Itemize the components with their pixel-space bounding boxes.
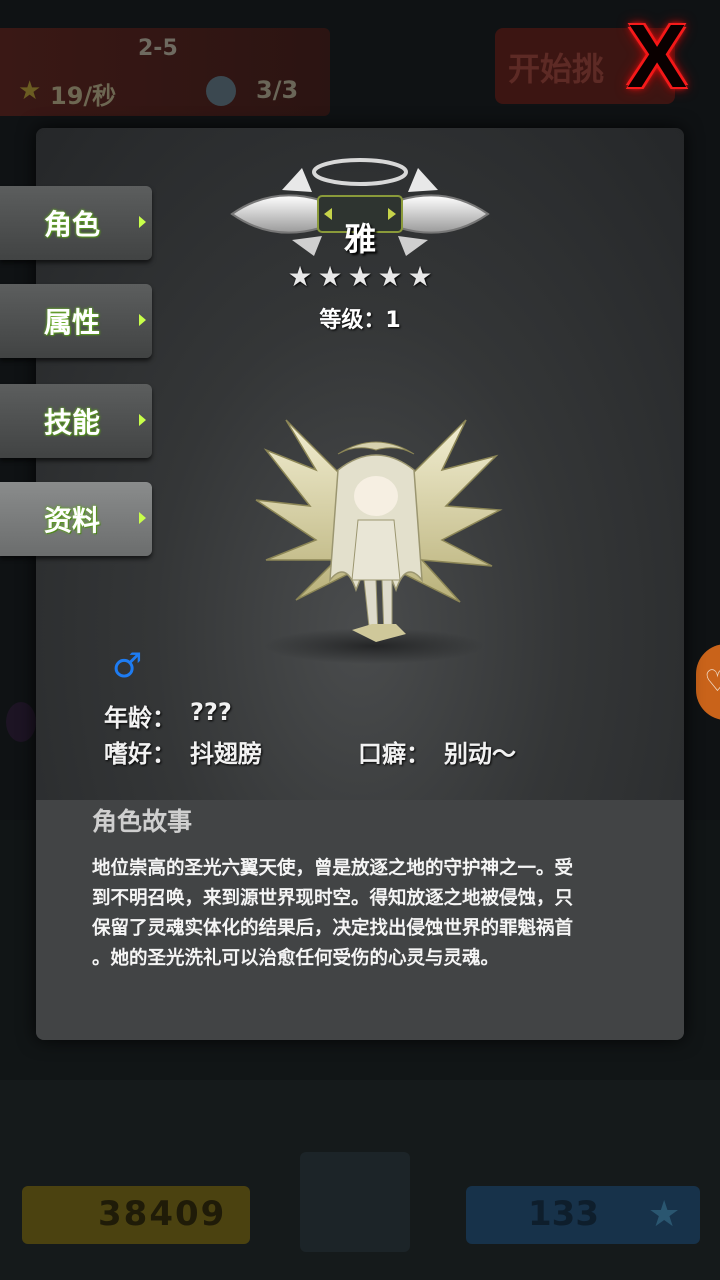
coin-amount: 38409 <box>98 1194 227 1234</box>
shop-cart-icon <box>300 1152 410 1252</box>
gem-amount: 133 <box>528 1194 599 1234</box>
side-orb-icon <box>6 702 36 742</box>
age-label: 年龄： <box>104 704 176 732</box>
character-sprite <box>255 419 503 664</box>
close-icon: X <box>626 7 688 107</box>
tab-profile[interactable]: 资料 <box>0 482 152 556</box>
mouse-icon <box>206 76 236 106</box>
tab-attributes[interactable]: 属性 <box>0 284 152 358</box>
story-line: 保留了灵魂实体化的结果后，决定找出侵蚀世界的罪魁祸首 <box>92 918 574 939</box>
chevron-right-icon <box>139 414 146 426</box>
production-rate: 19/秒 <box>50 82 117 110</box>
star-icon: ★ <box>347 260 373 293</box>
story-line: 地位崇高的圣光六翼天使，曾是放逐之地的守护神之一。受 <box>92 858 574 879</box>
catchphrase-label: 口癖： <box>358 740 430 768</box>
tab-skills-label: 技能 <box>44 406 101 439</box>
star-icon: ★ <box>287 260 313 293</box>
star-rating: ★ ★ ★ ★ ★ <box>286 262 434 292</box>
stage-label: 2-5 <box>138 36 178 61</box>
tab-skills[interactable]: 技能 <box>0 384 152 458</box>
hobby-label: 嗜好： <box>104 740 176 768</box>
tab-attributes-label: 属性 <box>44 306 101 339</box>
tab-profile-label: 资料 <box>44 504 101 537</box>
story-title: 角色故事 <box>92 807 193 836</box>
age-value: ??? <box>190 698 232 726</box>
tab-character-label: 角色 <box>44 208 101 241</box>
start-challenge-label: 开始挑 <box>508 50 605 88</box>
lives-count: 3/3 <box>256 76 299 104</box>
star-icon: ★ <box>407 260 433 293</box>
close-button[interactable]: X <box>612 7 702 107</box>
male-gender-icon: ♂ <box>112 646 143 686</box>
chevron-right-icon <box>139 314 146 326</box>
hobby-value: 抖翅膀 <box>190 740 262 768</box>
chevron-right-icon <box>139 512 146 524</box>
story-line: 。她的圣光洗礼可以治愈任何受伤的心灵与灵魂。 <box>92 948 500 969</box>
chevron-right-icon <box>139 216 146 228</box>
character-level: 等级：1 <box>319 308 401 333</box>
gem-star-icon: ★ <box>648 1194 681 1235</box>
star-icon: ★ <box>317 260 343 293</box>
tab-character[interactable]: 角色 <box>0 186 152 260</box>
catchphrase-value: 别动～ <box>444 740 516 768</box>
story-text: 地位崇高的圣光六翼天使，曾是放逐之地的守护神之一。受 到不明召唤，来到源世界现时… <box>92 854 622 974</box>
character-name: 雅 <box>343 220 376 258</box>
star-icon: ★ <box>377 260 403 293</box>
star-icon: ★ <box>18 76 42 106</box>
story-line: 到不明召唤，来到源世界现时空。得知放逐之地被侵蚀，只 <box>92 888 574 909</box>
heart-icon: ♡ <box>704 664 720 699</box>
